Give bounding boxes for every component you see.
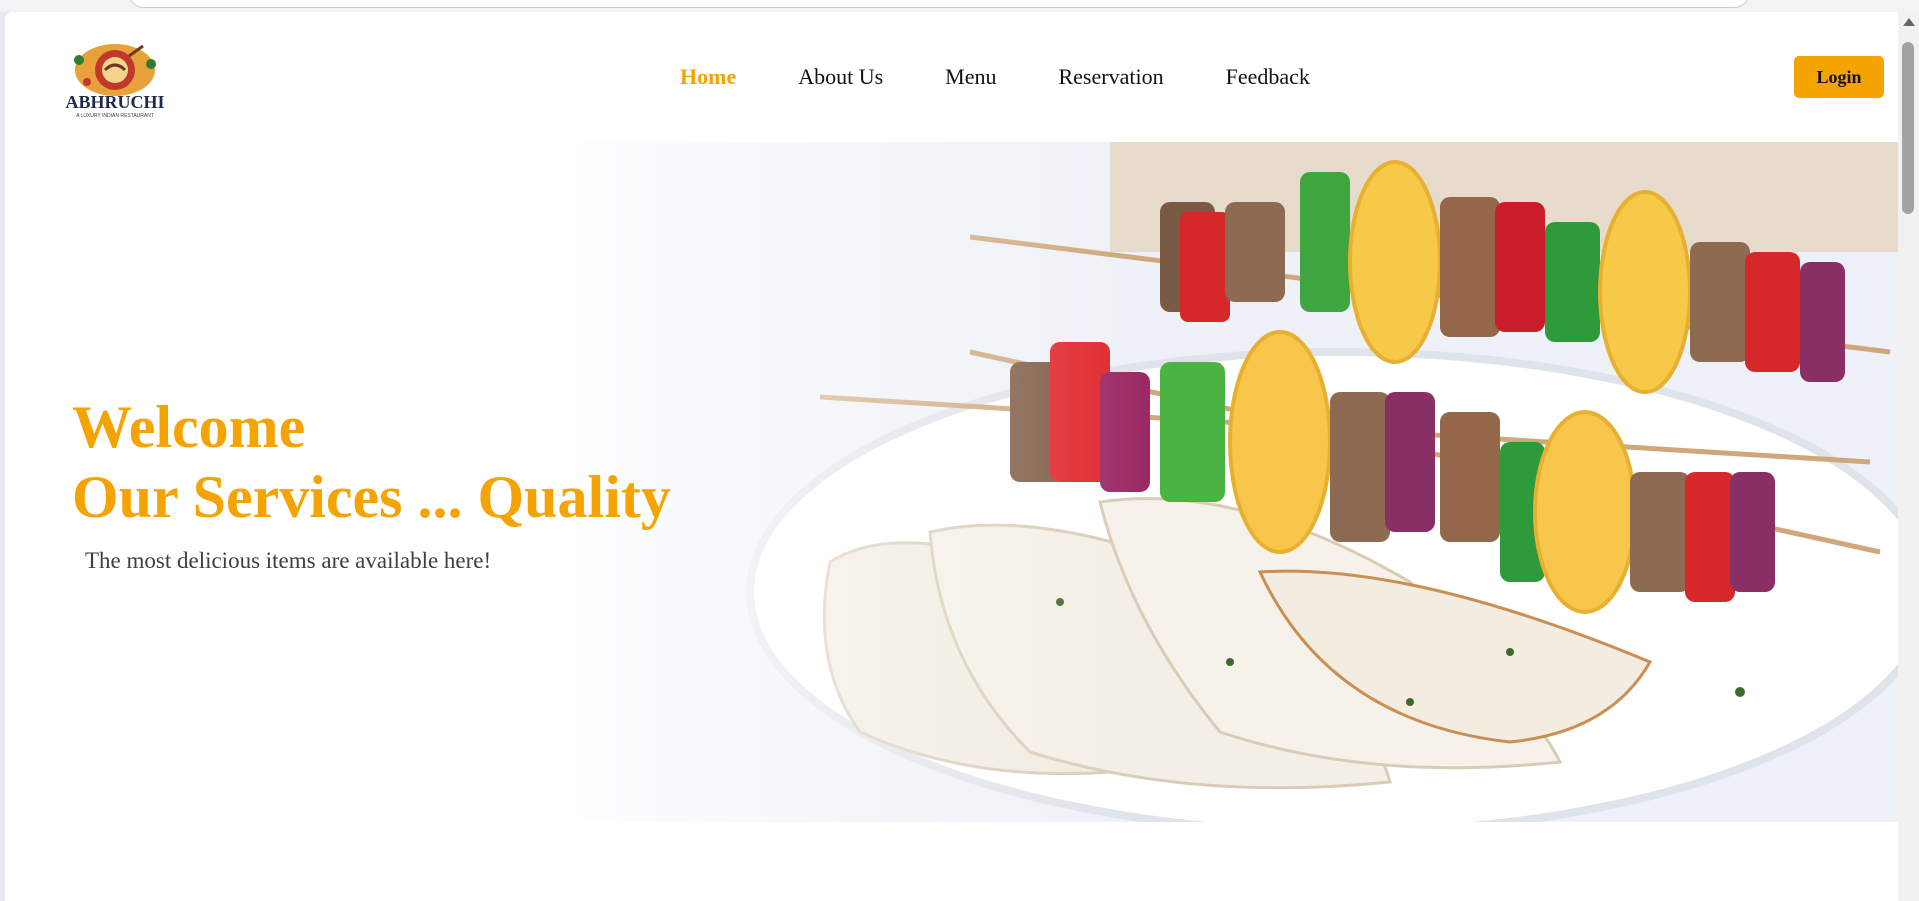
hero-banner: Welcome Our Services ... Quality The mos…	[10, 142, 1898, 822]
hero-title: Welcome Our Services ... Quality	[72, 392, 671, 532]
hero-text-block: Welcome Our Services ... Quality The mos…	[72, 392, 671, 574]
browser-top-strip	[0, 0, 1919, 12]
login-button[interactable]: Login	[1794, 56, 1884, 98]
hero-subtitle: The most delicious items are available h…	[85, 548, 492, 573]
site-header: ABHRUCHI A LUXURY INDIAN RESTAURANT Home…	[5, 12, 1898, 142]
nav-reservation[interactable]: Reservation	[1058, 62, 1163, 102]
restaurant-logo[interactable]: ABHRUCHI A LUXURY INDIAN RESTAURANT	[51, 40, 179, 120]
nav-menu[interactable]: Menu	[945, 62, 996, 102]
main-nav: Home About Us Menu Reservation Feedback	[680, 62, 1310, 102]
address-bar[interactable]	[128, 0, 1750, 8]
page-scrollbar[interactable]	[1898, 12, 1919, 901]
logo-tagline: A LUXURY INDIAN RESTAURANT	[76, 113, 154, 119]
logo-wordmark: ABHRUCHI	[65, 92, 164, 112]
hero-title-line1: Welcome	[72, 394, 306, 460]
nav-feedback[interactable]: Feedback	[1226, 62, 1310, 102]
nav-home[interactable]: Home	[680, 62, 736, 102]
nav-about-us[interactable]: About Us	[798, 62, 883, 102]
hero-title-line2: Our Services ... Quality	[72, 464, 671, 530]
scroll-up-icon[interactable]	[1903, 18, 1915, 26]
page-viewport: ABHRUCHI A LUXURY INDIAN RESTAURANT Home…	[5, 12, 1898, 901]
scroll-thumb[interactable]	[1902, 42, 1914, 214]
